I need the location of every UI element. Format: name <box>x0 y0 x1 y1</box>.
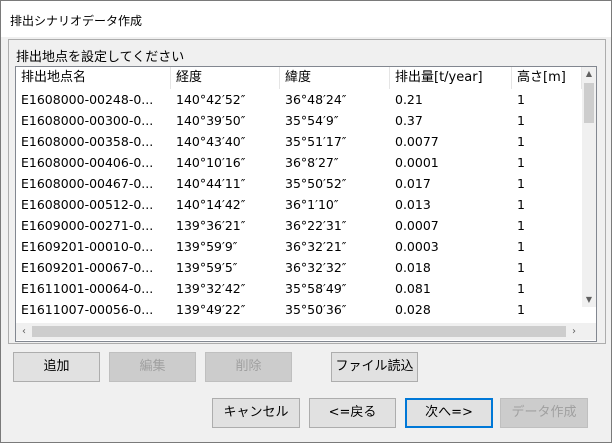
cell-height: 1 <box>517 260 525 275</box>
table-row[interactable]: E1609201-00067-0... 139°59′5″ 36°32′32″ 0.0… <box>16 257 582 278</box>
table-row[interactable]: E1611007-00056-0... 139°49′22″ 35°50′36″ 0.… <box>16 299 582 320</box>
delete-button[interactable]: 削除 <box>205 352 292 382</box>
cell-point-name: E1608000-00248-0... <box>21 92 154 107</box>
cell-latitude: 36°32′32″ <box>285 260 347 275</box>
column-header-latitude[interactable]: 緯度 <box>280 67 390 89</box>
cell-height: 1 <box>517 155 525 170</box>
cell-point-name: E1608000-00467-0... <box>21 176 154 191</box>
emission-point-group: 排出地点を設定してください 排出地点名 経度 緯度 排出量[t/year] 高さ… <box>8 39 606 344</box>
cell-height: 1 <box>517 92 525 107</box>
cell-point-name: E1608000-00300-0... <box>21 113 154 128</box>
cell-latitude: 35°50′52″ <box>285 176 347 191</box>
cell-longitude: 139°49′22″ <box>176 302 246 317</box>
cell-latitude: 35°58′49″ <box>285 281 347 296</box>
cell-point-name: E1611001-00064-0... <box>21 281 154 296</box>
emission-point-list[interactable]: 排出地点名 経度 緯度 排出量[t/year] 高さ[m] E1608000-0… <box>15 66 597 342</box>
cell-latitude: 35°51′17″ <box>285 134 347 149</box>
cell-height: 1 <box>517 239 525 254</box>
cell-latitude: 36°1′10″ <box>285 197 339 212</box>
cell-latitude: 36°48′24″ <box>285 92 347 107</box>
table-row[interactable]: E1609201-00010-0... 139°59′9″ 36°32′21″ 0.0… <box>16 236 582 257</box>
cell-point-name: E1609000-00271-0... <box>21 218 154 233</box>
cell-height: 1 <box>517 134 525 149</box>
file-load-button[interactable]: ファイル読込 <box>331 352 418 382</box>
cell-emission: 0.013 <box>395 197 431 212</box>
group-label: 排出地点を設定してください <box>16 50 185 65</box>
column-header-longitude[interactable]: 経度 <box>171 67 280 89</box>
cell-latitude: 36°32′21″ <box>285 239 347 254</box>
cell-latitude: 35°50′36″ <box>285 302 347 317</box>
cell-longitude: 140°10′16″ <box>176 155 246 170</box>
cell-point-name: E1611007-00056-0... <box>21 302 154 317</box>
list-header: 排出地点名 経度 緯度 排出量[t/year] 高さ[m] <box>16 67 582 89</box>
back-button[interactable]: <=戻る <box>309 398 396 428</box>
cell-longitude: 140°43′40″ <box>176 134 246 149</box>
up-arrow-icon[interactable]: ▲ <box>582 67 596 81</box>
vertical-scrollbar[interactable]: ▲ ▼ <box>582 67 596 307</box>
cell-emission: 0.0007 <box>395 218 439 233</box>
cell-point-name: E1608000-00406-0... <box>21 155 154 170</box>
table-row[interactable]: E1608000-00406-0... 140°10′16″ 36°8′27″ 0.0… <box>16 152 582 173</box>
create-data-button[interactable]: データ作成 <box>500 398 588 428</box>
cell-latitude: 36°8′27″ <box>285 155 339 170</box>
horizontal-scroll-thumb[interactable] <box>32 326 566 337</box>
cell-height: 1 <box>517 113 525 128</box>
cell-emission: 0.0077 <box>395 134 439 149</box>
left-arrow-icon[interactable]: ‹ <box>16 323 32 340</box>
next-button[interactable]: 次へ=> <box>405 398 493 428</box>
table-row[interactable]: E1608000-00512-0... 140°14′42″ 36°1′10″ 0.0… <box>16 194 582 215</box>
cell-longitude: 140°42′52″ <box>176 92 246 107</box>
cell-emission: 0.0001 <box>395 155 439 170</box>
table-row[interactable]: E1608000-00358-0... 140°43′40″ 35°51′17″ 0.… <box>16 131 582 152</box>
table-row[interactable]: E1608000-00467-0... 140°44′11″ 35°50′52″ 0.… <box>16 173 582 194</box>
cell-point-name: E1608000-00512-0... <box>21 197 154 212</box>
cell-emission: 0.21 <box>395 92 423 107</box>
cell-height: 1 <box>517 302 525 317</box>
table-row[interactable]: E1611001-00064-0... 139°32′42″ 35°58′49″ 0.… <box>16 278 582 299</box>
table-row[interactable]: E1608000-00300-0... 140°39′50″ 35°54′9″ 0.3… <box>16 110 582 131</box>
title-bar: 排出シナリオデータ作成 <box>1 1 611 37</box>
cell-emission: 0.017 <box>395 176 431 191</box>
column-header-point-name[interactable]: 排出地点名 <box>16 67 171 89</box>
scrollbar-corner <box>582 323 596 340</box>
cell-longitude: 139°59′5″ <box>176 260 238 275</box>
cell-longitude: 140°14′42″ <box>176 197 246 212</box>
cell-longitude: 139°36′21″ <box>176 218 246 233</box>
cell-emission: 0.081 <box>395 281 431 296</box>
cell-latitude: 36°22′31″ <box>285 218 347 233</box>
cancel-button[interactable]: キャンセル <box>212 398 300 428</box>
cell-height: 1 <box>517 218 525 233</box>
cell-longitude: 140°39′50″ <box>176 113 246 128</box>
cell-point-name: E1609201-00010-0... <box>21 239 154 254</box>
dialog-window: 排出シナリオデータ作成 排出地点を設定してください 排出地点名 経度 緯度 排出… <box>0 0 612 443</box>
window-title: 排出シナリオデータ作成 <box>10 14 143 28</box>
cell-height: 1 <box>517 176 525 191</box>
cell-emission: 0.37 <box>395 113 423 128</box>
horizontal-scrollbar[interactable]: ‹ › <box>16 323 582 340</box>
cell-longitude: 139°32′42″ <box>176 281 246 296</box>
add-button[interactable]: 追加 <box>13 352 100 382</box>
column-header-emission[interactable]: 排出量[t/year] <box>390 67 512 89</box>
cell-longitude: 139°59′9″ <box>176 239 238 254</box>
cell-latitude: 35°54′9″ <box>285 113 339 128</box>
down-arrow-icon[interactable]: ▼ <box>582 293 596 307</box>
cell-longitude: 140°44′11″ <box>176 176 246 191</box>
table-row[interactable]: E1609000-00271-0... 139°36′21″ 36°22′31″ 0.… <box>16 215 582 236</box>
edit-button[interactable]: 編集 <box>109 352 196 382</box>
cell-emission: 0.0003 <box>395 239 439 254</box>
table-row[interactable]: E1608000-00248-0... 140°42′52″ 36°48′24″ 0.… <box>16 89 582 110</box>
cell-point-name: E1609201-00067-0... <box>21 260 154 275</box>
cell-emission: 0.028 <box>395 302 431 317</box>
list-rows: E1608000-00248-0... 140°42′52″ 36°48′24″ 0.… <box>16 89 582 320</box>
vertical-scroll-thumb[interactable] <box>584 83 594 123</box>
cell-point-name: E1608000-00358-0... <box>21 134 154 149</box>
column-header-height[interactable]: 高さ[m] <box>512 67 582 89</box>
cell-emission: 0.018 <box>395 260 431 275</box>
cell-height: 1 <box>517 197 525 212</box>
cell-height: 1 <box>517 281 525 296</box>
right-arrow-icon[interactable]: › <box>566 323 582 340</box>
